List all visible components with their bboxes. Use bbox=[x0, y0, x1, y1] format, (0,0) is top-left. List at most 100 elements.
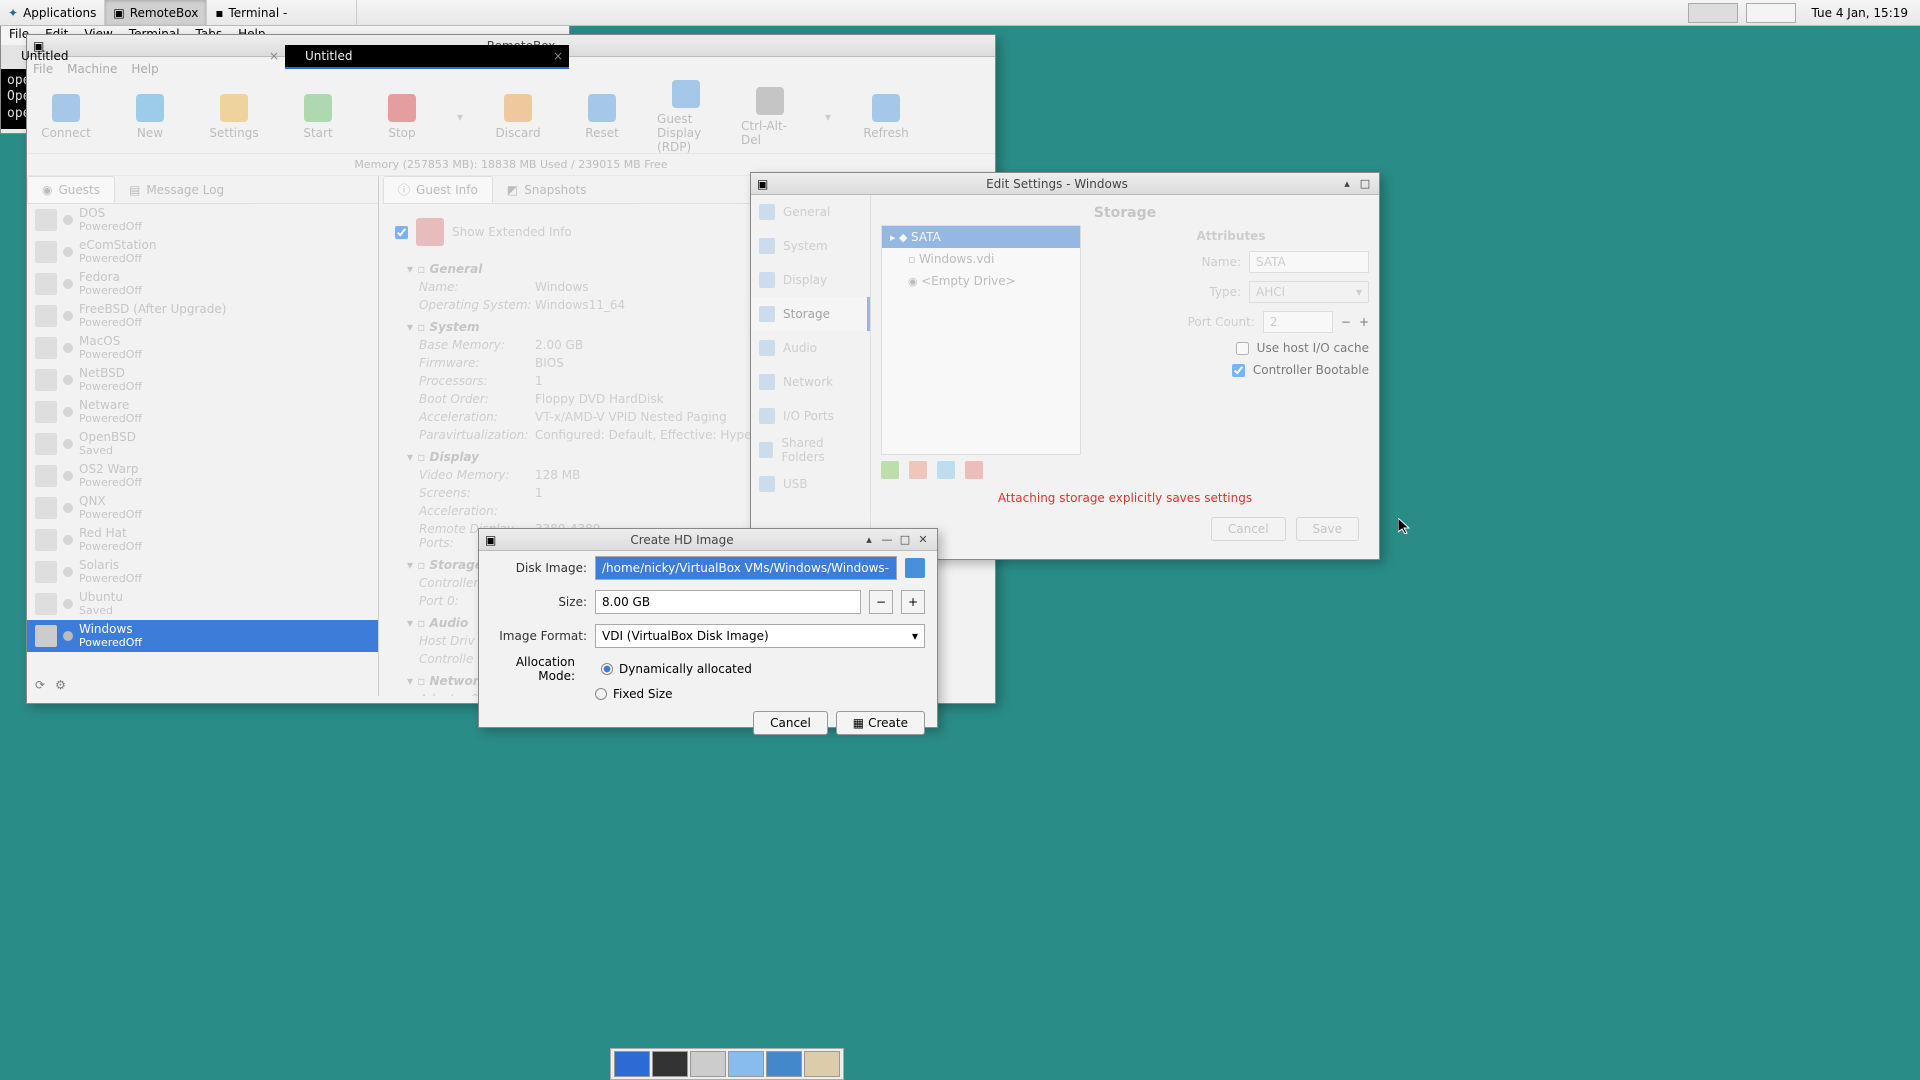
disk-image-input[interactable] bbox=[595, 556, 897, 580]
bottom-dock bbox=[610, 1048, 844, 1080]
close-icon[interactable]: ✕ bbox=[915, 532, 931, 548]
tool-new[interactable]: New bbox=[121, 94, 179, 140]
guest-row[interactable]: SolarisPoweredOff bbox=[27, 556, 378, 588]
refresh-icon[interactable]: ⟳ bbox=[35, 678, 45, 692]
tree-controller[interactable]: ▸ ◆ SATA bbox=[882, 226, 1080, 248]
guest-row[interactable]: UbuntuSaved bbox=[27, 588, 378, 620]
guest-row[interactable]: QNXPoweredOff bbox=[27, 492, 378, 524]
tool-stop[interactable]: Stop bbox=[373, 94, 431, 140]
cancel-button[interactable]: Cancel bbox=[1211, 517, 1286, 541]
maximize-icon[interactable]: □ bbox=[897, 532, 913, 548]
tab-guest-info[interactable]: ⓘGuest Info bbox=[383, 176, 493, 203]
tab-snapshots[interactable]: ◩Snapshots bbox=[493, 176, 601, 203]
guest-row[interactable]: eComStationPoweredOff bbox=[27, 236, 378, 268]
guest-row[interactable]: OS2 WarpPoweredOff bbox=[27, 460, 378, 492]
bootable-checkbox[interactable] bbox=[1232, 364, 1245, 377]
tool-connect[interactable]: Connect bbox=[37, 94, 95, 140]
tool-label: Settings bbox=[209, 126, 258, 140]
tool-label: Reset bbox=[585, 126, 619, 140]
terminal-tab[interactable]: Untitled× bbox=[285, 45, 569, 69]
port-count-input[interactable] bbox=[1263, 311, 1333, 333]
tool-start[interactable]: Start bbox=[289, 94, 347, 140]
show-extended-checkbox[interactable] bbox=[395, 226, 408, 239]
guest-row[interactable]: FedoraPoweredOff bbox=[27, 268, 378, 300]
port-plus[interactable]: + bbox=[1359, 315, 1369, 329]
applications-menu[interactable]: ✦ Applications bbox=[0, 0, 105, 25]
tool-refresh[interactable]: Refresh bbox=[857, 94, 915, 140]
terminal-tab[interactable]: Untitled× bbox=[1, 45, 285, 69]
tab-close-icon[interactable]: × bbox=[553, 49, 563, 63]
controller-name-input[interactable] bbox=[1249, 251, 1369, 273]
settings-nav-audio[interactable]: Audio bbox=[751, 331, 870, 365]
tab-close-icon[interactable]: × bbox=[269, 49, 279, 63]
dock-item[interactable] bbox=[614, 1051, 650, 1077]
port-minus[interactable]: − bbox=[1341, 315, 1351, 329]
settings-nav-storage[interactable]: Storage bbox=[751, 297, 870, 331]
tool-icon bbox=[756, 87, 784, 115]
create-button[interactable]: ▦Create bbox=[836, 711, 925, 735]
dock-item[interactable] bbox=[652, 1051, 688, 1077]
maximize-icon[interactable]: □ bbox=[1357, 176, 1373, 192]
remove-controller-icon[interactable] bbox=[909, 461, 927, 479]
os-icon bbox=[35, 337, 57, 359]
guest-row[interactable]: OpenBSDSaved bbox=[27, 428, 378, 460]
size-input[interactable] bbox=[595, 590, 861, 614]
guest-row[interactable]: MacOSPoweredOff bbox=[27, 332, 378, 364]
size-minus[interactable]: − bbox=[869, 590, 893, 614]
storage-tree[interactable]: ▸ ◆ SATA ▫ Windows.vdi ◉ <Empty Drive> bbox=[881, 225, 1081, 455]
workspace-switcher[interactable] bbox=[1746, 3, 1796, 23]
tab-guests[interactable]: ◉Guests bbox=[27, 176, 115, 203]
state-icon bbox=[63, 599, 73, 609]
tab-message-log[interactable]: ▤Message Log bbox=[115, 176, 238, 203]
remove-attachment-icon[interactable] bbox=[965, 461, 983, 479]
rollup-icon[interactable]: ▴ bbox=[861, 532, 877, 548]
guest-row[interactable]: NetBSDPoweredOff bbox=[27, 364, 378, 396]
nav-label: USB bbox=[783, 477, 808, 491]
guest-name: DOS bbox=[79, 207, 142, 221]
image-format-select[interactable]: VDI (VirtualBox Disk Image)▾ bbox=[595, 624, 925, 648]
taskbar-item-remotebox[interactable]: ▣ RemoteBox bbox=[105, 0, 207, 25]
tree-disk[interactable]: ▫ Windows.vdi bbox=[882, 248, 1080, 270]
settings-nav-display[interactable]: Display bbox=[751, 263, 870, 297]
size-plus[interactable]: + bbox=[901, 590, 925, 614]
tool-discard[interactable]: Discard bbox=[489, 94, 547, 140]
settings-nav-network[interactable]: Network bbox=[751, 365, 870, 399]
dock-item[interactable] bbox=[728, 1051, 764, 1077]
tool-ctrl-alt-del[interactable]: Ctrl-Alt-Del bbox=[741, 87, 799, 147]
cancel-button[interactable]: Cancel bbox=[753, 711, 828, 735]
alloc-dynamic-radio[interactable] bbox=[601, 663, 613, 675]
guest-row[interactable]: FreeBSD (After Upgrade)PoweredOff bbox=[27, 300, 378, 332]
settings-nav-general[interactable]: General bbox=[751, 195, 870, 229]
save-button[interactable]: Save bbox=[1296, 517, 1359, 541]
add-attachment-icon[interactable] bbox=[937, 461, 955, 479]
taskbar-item-terminal[interactable]: ▪ Terminal - bbox=[207, 0, 357, 25]
workspace-switcher[interactable] bbox=[1688, 3, 1738, 23]
tool-reset[interactable]: Reset bbox=[573, 94, 631, 140]
tool-settings[interactable]: Settings bbox=[205, 94, 263, 140]
minimize-icon[interactable]: — bbox=[879, 532, 895, 548]
clock[interactable]: Tue 4 Jan, 15:19 bbox=[1800, 6, 1920, 20]
settings-nav-i-o-ports[interactable]: I/O Ports bbox=[751, 399, 870, 433]
tree-empty[interactable]: ◉ <Empty Drive> bbox=[882, 270, 1080, 292]
guest-row[interactable]: Red HatPoweredOff bbox=[27, 524, 378, 556]
rollup-icon[interactable]: ▴ bbox=[1339, 176, 1355, 192]
dock-item[interactable] bbox=[766, 1051, 802, 1077]
titlebar[interactable]: ▣ Create HD Image ▴ — □ ✕ bbox=[479, 529, 937, 551]
guest-row[interactable]: DOSPoweredOff bbox=[27, 204, 378, 236]
dock-item[interactable] bbox=[804, 1051, 840, 1077]
host-io-checkbox[interactable] bbox=[1236, 342, 1249, 355]
controller-type-select[interactable]: AHCI▾ bbox=[1249, 281, 1369, 303]
info-value: VT-x/AMD-V VPID Nested Paging bbox=[535, 410, 727, 424]
settings-nav-shared-folders[interactable]: Shared Folders bbox=[751, 433, 870, 467]
folder-open-icon[interactable] bbox=[905, 558, 925, 578]
tool-guest-display-rdp-[interactable]: Guest Display (RDP) bbox=[657, 80, 715, 154]
guest-row[interactable]: NetwarePoweredOff bbox=[27, 396, 378, 428]
titlebar[interactable]: ▣ Edit Settings - Windows ▴ □ bbox=[751, 173, 1379, 195]
alloc-fixed-radio[interactable] bbox=[595, 688, 607, 700]
tool-icon[interactable]: ⚙ bbox=[55, 678, 66, 692]
dock-item[interactable] bbox=[690, 1051, 726, 1077]
add-controller-icon[interactable] bbox=[881, 461, 899, 479]
guest-row[interactable]: WindowsPoweredOff bbox=[27, 620, 378, 652]
settings-nav-usb[interactable]: USB bbox=[751, 467, 870, 501]
settings-nav-system[interactable]: System bbox=[751, 229, 870, 263]
